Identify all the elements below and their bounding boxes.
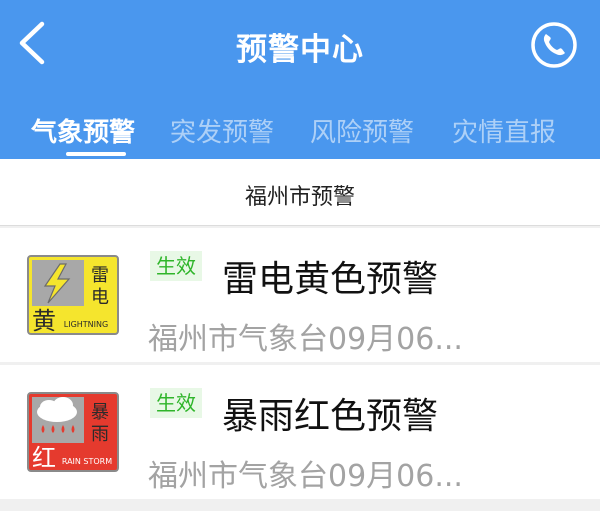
- badge-level: 黄: [32, 307, 56, 335]
- badge-level: 红: [32, 444, 56, 472]
- warning-issuer: 福州市气象台09月06...: [148, 322, 463, 357]
- warning-title: 雷电黄色预警: [222, 259, 439, 300]
- badge-char-1: 雷: [91, 265, 109, 286]
- badge-char-2: 雨: [91, 424, 109, 445]
- tab-emergency-warning[interactable]: 突发预警: [170, 112, 274, 156]
- region-label: 福州市预警: [244, 185, 355, 210]
- badge-english: LIGHTNING: [64, 320, 108, 329]
- tab-active-indicator: [66, 152, 126, 156]
- warning-issuer: 福州市气象台09月06...: [148, 459, 463, 494]
- badge-char-2: 电: [91, 287, 109, 308]
- phone-icon[interactable]: [529, 20, 579, 70]
- tab-disaster-report[interactable]: 灾情直报: [452, 112, 556, 156]
- tab-risk-warning[interactable]: 风险预警: [310, 112, 414, 156]
- region-bar: 福州市预警: [0, 159, 600, 226]
- rainstorm-warning-badge: 暴 雨 红 RAIN STORM: [27, 392, 119, 472]
- badge-char-1: 暴: [91, 402, 109, 423]
- status-badge: 生效: [150, 251, 202, 281]
- warning-item-rainstorm[interactable]: 暴 雨 红 RAIN STORM 生效 暴雨红色预警 福州市气象台09月06..…: [0, 365, 600, 499]
- tab-weather-warning[interactable]: 气象预警: [31, 112, 135, 156]
- badge-english: RAIN STORM: [62, 457, 112, 466]
- lightning-warning-badge: 雷 电 黄 LIGHTNING: [27, 255, 119, 335]
- header: 预警中心 气象预警 突发预警 风险预警 灾情直报: [0, 0, 600, 159]
- status-badge: 生效: [150, 388, 202, 418]
- page-title: 预警中心: [236, 32, 364, 68]
- tab-bar: 气象预警 突发预警 风险预警 灾情直报: [0, 112, 600, 156]
- warning-title: 暴雨红色预警: [222, 396, 439, 437]
- warning-item-lightning[interactable]: 雷 电 黄 LIGHTNING 生效 雷电黄色预警 福州市气象台09月06...: [0, 228, 600, 362]
